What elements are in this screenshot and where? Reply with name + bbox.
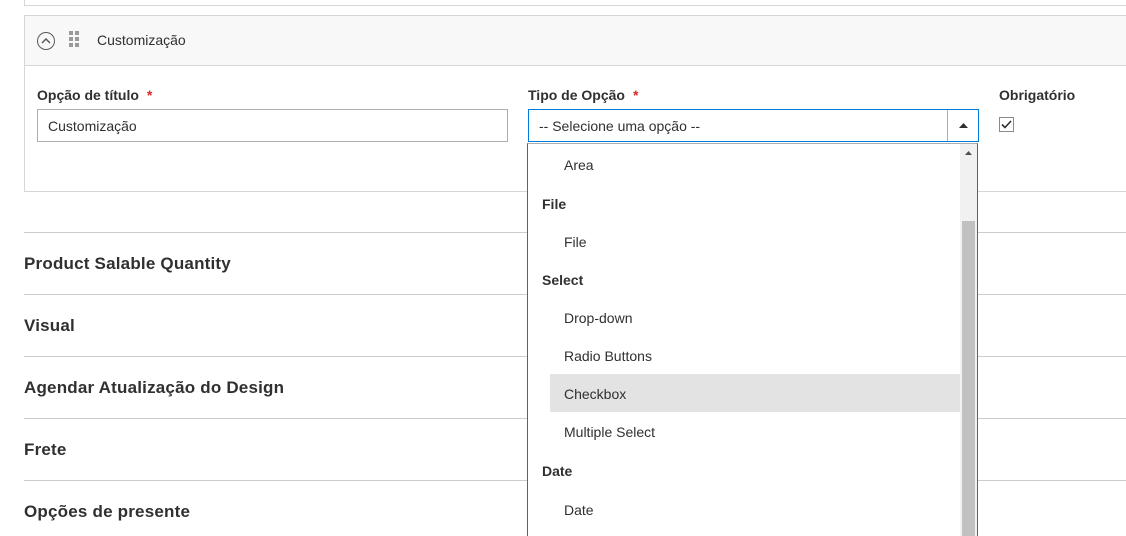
required-checkbox[interactable] [999, 117, 1014, 132]
dropdown-group-date: Date [542, 463, 573, 479]
drag-handle-icon[interactable] [69, 31, 79, 48]
option-label: Checkbox [564, 386, 627, 402]
option-type-label: Tipo de Opção * [528, 87, 638, 103]
select-toggle-button[interactable] [947, 110, 978, 141]
option-header[interactable]: Customização [25, 16, 1126, 66]
option-label: Radio Buttons [564, 348, 652, 364]
dropdown-option-drop-down[interactable]: Drop-down [550, 298, 960, 336]
option-title-label: Opção de título * [37, 87, 152, 103]
required-marker: * [632, 87, 639, 103]
scrollbar-thumb[interactable] [962, 221, 975, 536]
section-title: Frete [24, 440, 67, 459]
collapse-chevron-up-icon[interactable] [37, 32, 55, 50]
option-label: Date [564, 502, 594, 518]
section-title: Agendar Atualização do Design [24, 378, 285, 397]
triangle-up-icon [958, 123, 968, 128]
dropdown-group-select: Select [542, 272, 584, 288]
dropdown-scrollbar[interactable] [960, 144, 977, 536]
option-type-select[interactable]: -- Selecione uma opção -- [528, 109, 979, 142]
required-marker: * [146, 87, 153, 103]
option-title-input[interactable] [37, 109, 508, 142]
checkmark-icon [1001, 120, 1012, 129]
option-type-selected-value: -- Selecione uma opção -- [539, 118, 701, 134]
option-title-label-text: Opção de título [37, 87, 139, 103]
option-type-label-text: Tipo de Opção [528, 87, 625, 103]
option-label: File [564, 234, 587, 250]
option-type-dropdown-list[interactable]: Area File File Select Drop-down Radio Bu… [527, 143, 978, 536]
dropdown-group-file: File [542, 196, 567, 212]
dropdown-option-checkbox[interactable]: Checkbox [550, 374, 960, 412]
dropdown-option-radio-buttons[interactable]: Radio Buttons [550, 336, 960, 374]
dropdown-option-file[interactable]: File [550, 222, 960, 260]
option-label: Multiple Select [564, 424, 656, 440]
option-label: Area [564, 157, 594, 173]
section-title: Product Salable Quantity [24, 254, 231, 273]
dropdown-option-multiple-select[interactable]: Multiple Select [550, 412, 960, 450]
section-title: Opções de presente [24, 502, 191, 521]
previous-option-block-edge [24, 0, 1126, 6]
option-label: Drop-down [564, 310, 633, 326]
dropdown-option-date[interactable]: Date [550, 490, 960, 528]
option-header-title: Customização [97, 32, 186, 48]
dropdown-option-area[interactable]: Area [550, 145, 960, 183]
section-title: Visual [24, 316, 75, 335]
required-checkbox-label: Obrigatório [999, 87, 1076, 103]
scroll-up-arrow-icon[interactable] [960, 144, 977, 161]
